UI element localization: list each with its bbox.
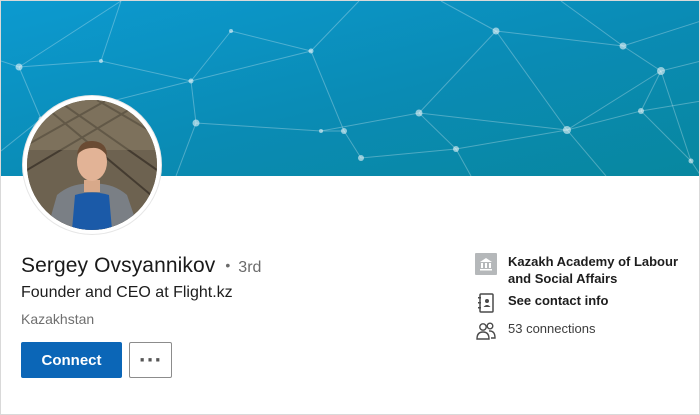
- connections-item[interactable]: 53 connections: [475, 320, 595, 342]
- profile-headline: Founder and CEO at Flight.kz: [21, 284, 233, 301]
- school-item[interactable]: Kazakh Academy of Labour and Social Affa…: [475, 253, 678, 287]
- building-icon: [475, 253, 497, 275]
- contact-info-item[interactable]: See contact info: [475, 292, 608, 314]
- profile-location: Kazakhstan: [21, 311, 95, 327]
- connection-degree: 3rd: [238, 259, 262, 276]
- connect-button[interactable]: Connect: [21, 342, 122, 378]
- more-actions-button[interactable]: ···: [129, 342, 172, 378]
- name-row: Sergey Ovsyannikov • 3rd: [21, 254, 261, 278]
- contact-book-icon: [475, 292, 497, 314]
- connections-count: 53 connections: [508, 321, 596, 336]
- degree-separator: •: [225, 257, 231, 273]
- profile-card: Sergey Ovsyannikov • 3rd Founder and CEO…: [0, 0, 700, 415]
- contact-info-link[interactable]: See contact info: [508, 292, 608, 309]
- profile-name: Sergey Ovsyannikov: [21, 254, 216, 277]
- people-icon: [475, 320, 497, 342]
- school-name: Kazakh Academy of Labour and Social Affa…: [508, 254, 679, 286]
- profile-avatar[interactable]: [23, 96, 161, 234]
